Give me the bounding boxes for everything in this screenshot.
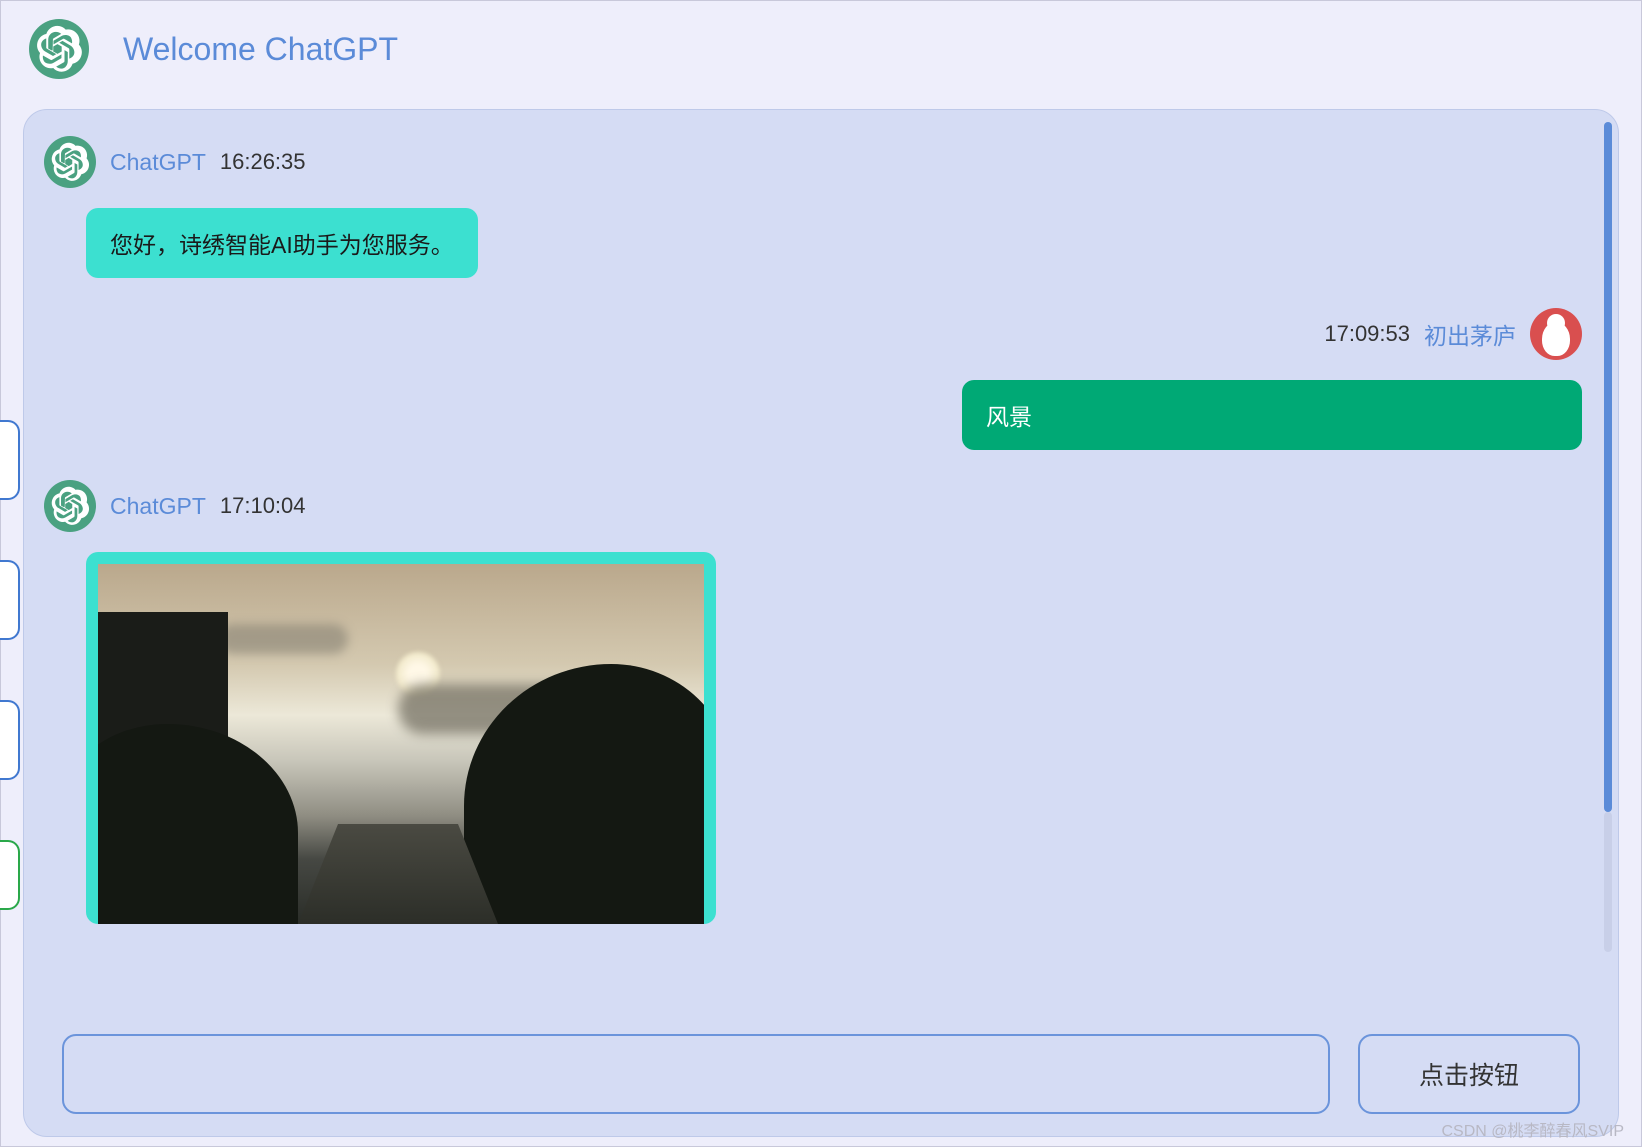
watermark: CSDN @桃李醉春风SVIP — [1442, 1117, 1625, 1141]
sender-name: ChatGPT — [110, 493, 206, 520]
chat-panel: ChatGPT 16:26:35 您好，诗绣智能AI助手为您服务。 初出茅庐 1… — [23, 109, 1619, 1137]
message-user: 初出茅庐 17:09:53 风景 — [44, 308, 1582, 450]
message-bubble: 风景 — [962, 380, 1582, 450]
sender-name: ChatGPT — [110, 149, 206, 176]
message-bubble: 您好，诗绣智能AI助手为您服务。 — [86, 208, 478, 278]
scrollbar-track — [1604, 812, 1612, 952]
message-input[interactable] — [62, 1034, 1330, 1114]
sender-name: 初出茅庐 — [1424, 317, 1516, 351]
side-tab-2[interactable] — [0, 560, 20, 640]
message-time: 17:10:04 — [220, 493, 306, 519]
side-tab-3[interactable] — [0, 700, 20, 780]
chatgpt-avatar-icon — [44, 136, 96, 188]
send-button[interactable]: 点击按钮 — [1358, 1034, 1580, 1114]
scenery-image — [98, 564, 704, 924]
user-avatar-icon — [1530, 308, 1582, 360]
message-list: ChatGPT 16:26:35 您好，诗绣智能AI助手为您服务。 初出茅庐 1… — [42, 128, 1600, 1006]
side-tab-1[interactable] — [0, 420, 20, 500]
chatgpt-avatar-icon — [44, 480, 96, 532]
page-title: Welcome ChatGPT — [123, 31, 398, 68]
image-bubble — [86, 552, 716, 924]
message-time: 17:09:53 — [1324, 321, 1410, 347]
message-bot: ChatGPT 16:26:35 您好，诗绣智能AI助手为您服务。 — [44, 136, 1582, 278]
app-header: Welcome ChatGPT — [1, 1, 1641, 97]
scrollbar-thumb[interactable] — [1604, 122, 1612, 812]
message-bot: ChatGPT 17:10:04 — [44, 480, 1582, 929]
message-time: 16:26:35 — [220, 149, 306, 175]
side-tab-4[interactable] — [0, 840, 20, 910]
side-tabs — [0, 420, 20, 910]
input-row: 点击按钮 — [42, 1006, 1600, 1118]
app-logo-icon — [29, 19, 89, 79]
